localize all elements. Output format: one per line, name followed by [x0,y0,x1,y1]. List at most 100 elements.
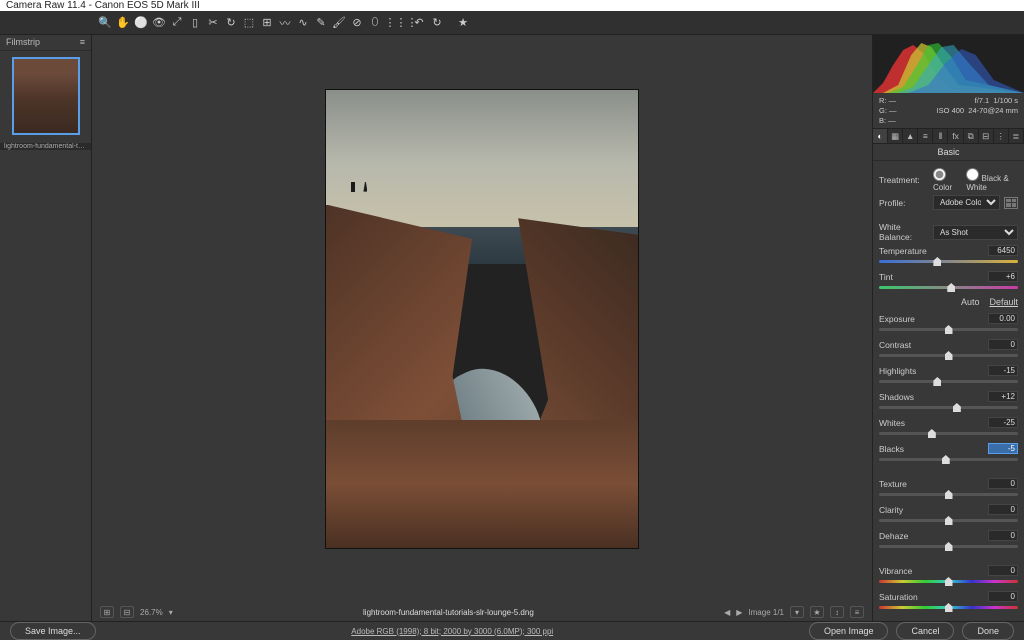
clarity-value[interactable]: 0 [988,504,1018,515]
tool-2[interactable]: ⚪ [132,14,150,32]
wb-select[interactable]: As Shot [933,225,1018,240]
preview-stage[interactable] [92,35,872,603]
texture-label: Texture [879,479,907,489]
tool-15[interactable]: ⬯ [366,14,384,32]
default-link[interactable]: Default [989,297,1018,307]
panel-tab-3[interactable]: ≡ [918,129,933,143]
tool-19[interactable]: ↻ [428,14,446,32]
prev-image-icon[interactable]: ◀ [724,608,730,617]
texture-track[interactable] [879,493,1018,496]
grid-view-icon[interactable]: ⊞ [100,606,114,618]
preview-image[interactable] [326,90,638,548]
blacks-value[interactable]: -5 [988,443,1018,454]
clarity-track[interactable] [879,519,1018,522]
auto-link[interactable]: Auto [961,297,980,307]
exposure-value[interactable]: 0.00 [988,313,1018,324]
tool-12[interactable]: ✎ [312,14,330,32]
filmstrip-menu-icon[interactable]: ≡ [80,37,85,48]
tool-9[interactable]: ⊞ [258,14,276,32]
filter-icon[interactable]: ▾ [790,606,804,618]
panel-tab-4[interactable]: ⫴ [933,129,948,143]
filmstrip-thumbnail[interactable] [12,57,80,135]
treatment-color-radio[interactable]: Color [933,168,960,192]
compare-view-icon[interactable]: ⊟ [120,606,134,618]
saturation-value[interactable]: 0 [988,591,1018,602]
profile-browser-icon[interactable] [1004,197,1018,209]
rating-icon[interactable]: ★ [810,606,824,618]
vibrance-thumb[interactable] [945,577,953,586]
blacks-track[interactable] [879,458,1018,461]
blacks-thumb[interactable] [942,455,950,464]
temperature-thumb[interactable] [933,257,941,266]
whites-track[interactable] [879,432,1018,435]
panel-tab-0[interactable]: ◐ [873,129,888,143]
tint-thumb[interactable] [947,283,955,292]
open-image-button[interactable]: Open Image [809,622,889,640]
texture-value[interactable]: 0 [988,478,1018,489]
done-button[interactable]: Done [962,622,1014,640]
exif-g: G: — [879,106,897,115]
tool-3[interactable]: 👁 [150,14,168,32]
texture-thumb[interactable] [945,490,953,499]
exposure-track[interactable] [879,328,1018,331]
filename: lightroom-fundamental-tutorials-slr-loun… [173,608,724,617]
tool-7[interactable]: ↻ [222,14,240,32]
vibrance-value[interactable]: 0 [988,565,1018,576]
panel-tab-6[interactable]: ⧉ [964,129,979,143]
temperature-value[interactable]: 6450 [988,245,1018,256]
contrast-track[interactable] [879,354,1018,357]
profile-select[interactable]: Adobe Color [933,195,1000,210]
treatment-bw-radio[interactable]: Black & White [966,168,1018,192]
save-image-button[interactable]: Save Image... [10,622,96,640]
tool-6[interactable]: ✂ [204,14,222,32]
whites-thumb[interactable] [928,429,936,438]
vibrance-track[interactable] [879,580,1018,583]
whites-value[interactable]: -25 [988,417,1018,428]
output-settings-link[interactable]: Adobe RGB (1998); 8 bit; 2000 by 3000 (6… [351,627,553,636]
panel-tab-5[interactable]: fx [948,129,963,143]
tool-0[interactable]: 🔍 [96,14,114,32]
tool-21[interactable]: ★ [454,14,472,32]
highlights-track[interactable] [879,380,1018,383]
menu-icon[interactable]: ≡ [850,606,864,618]
tint-track[interactable] [879,286,1018,289]
clarity-thumb[interactable] [945,516,953,525]
sort-icon[interactable]: ↕ [830,606,844,618]
contrast-value[interactable]: 0 [988,339,1018,350]
dehaze-track[interactable] [879,545,1018,548]
tint-value[interactable]: +6 [988,271,1018,282]
panel-tab-1[interactable]: ▦ [888,129,903,143]
highlights-thumb[interactable] [933,377,941,386]
tool-17[interactable]: ⋮⋮⋮ [392,14,410,32]
dehaze-thumb[interactable] [945,542,953,551]
shadows-value[interactable]: +12 [988,391,1018,402]
tool-18[interactable]: ↶ [410,14,428,32]
saturation-thumb[interactable] [945,603,953,612]
tool-4[interactable]: ⤢ [168,14,186,32]
cancel-button[interactable]: Cancel [896,622,954,640]
panel-tab-8[interactable]: ⋮ [994,129,1009,143]
histogram[interactable] [873,35,1024,93]
panel-tab-9[interactable]: ≣ [1009,129,1024,143]
tool-10[interactable]: 〰 [276,14,294,32]
tool-14[interactable]: ⊘ [348,14,366,32]
highlights-value[interactable]: -15 [988,365,1018,376]
tool-5[interactable]: ▯ [186,14,204,32]
tool-13[interactable]: 🖌 [330,14,348,32]
content-row: Filmstrip ≡ lightroom-fundamental-tutor… [0,35,1024,621]
contrast-thumb[interactable] [945,351,953,360]
tool-11[interactable]: ∿ [294,14,312,32]
exposure-thumb[interactable] [945,325,953,334]
panel-tab-2[interactable]: ▲ [903,129,918,143]
tool-1[interactable]: ✋ [114,14,132,32]
shadows-thumb[interactable] [953,403,961,412]
panel-tab-7[interactable]: ⊟ [979,129,994,143]
tool-8[interactable]: ⬚ [240,14,258,32]
zoom-level[interactable]: 26.7% [140,608,163,617]
temperature-track[interactable] [879,260,1018,263]
contrast-slider: Contrast0 [879,339,1018,357]
saturation-track[interactable] [879,606,1018,609]
shadows-track[interactable] [879,406,1018,409]
dehaze-value[interactable]: 0 [988,530,1018,541]
next-image-icon[interactable]: ▶ [736,608,742,617]
